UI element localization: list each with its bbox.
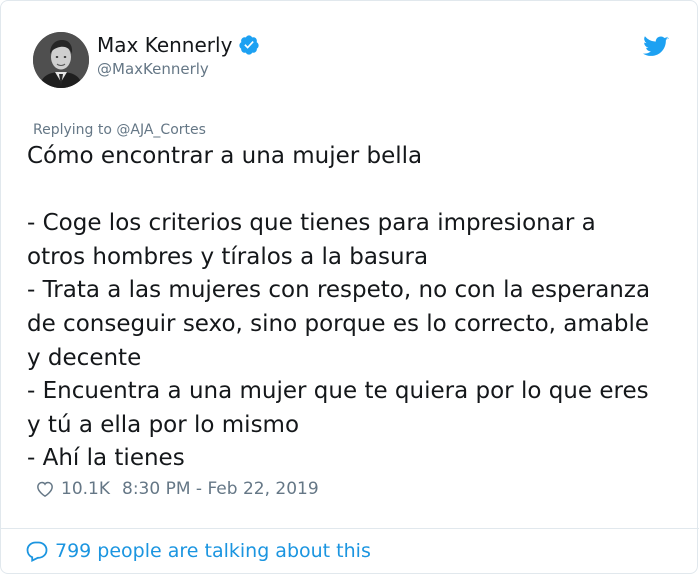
replying-to[interactable]: Replying to @AJA_Cortes	[33, 122, 206, 138]
author-name[interactable]: Max Kennerly	[97, 33, 260, 57]
tweet-line: - Ahí la tienes	[27, 445, 185, 472]
tweet-line: - Coge los criterios que tienes para imp…	[27, 210, 596, 237]
conversation-text[interactable]: 799 people are talking about this	[55, 540, 371, 562]
like-count[interactable]: 10.1K	[61, 479, 110, 499]
tweet-line: - Encuentra a una mujer que te quiera po…	[27, 378, 649, 405]
tweet-card: Max Kennerly @MaxKennerly Replying to @A…	[0, 0, 699, 574]
tweet-text: Cómo encontrar a una mujer bella - Coge …	[27, 140, 695, 476]
divider	[1, 528, 699, 529]
tweet-line: y tú a ella por lo mismo	[27, 411, 300, 438]
author-handle[interactable]: @MaxKennerly	[97, 60, 209, 78]
conversation-link[interactable]: 799 people are talking about this	[25, 539, 371, 563]
tweet-line: y decente	[27, 344, 142, 371]
tweet-line: de conseguir sexo, sino porque es lo cor…	[27, 310, 650, 337]
tweet-line: Cómo encontrar a una mujer bella	[27, 143, 423, 169]
tweet-line: otros hombres y tíralos a la basura	[27, 243, 429, 270]
heart-icon[interactable]	[35, 479, 55, 499]
tweet-line: - Trata a las mujeres con respeto, no co…	[27, 277, 651, 304]
timestamp[interactable]: 8:30 PM - Feb 22, 2019	[122, 479, 319, 499]
tweet-meta: 10.1K 8:30 PM - Feb 22, 2019	[35, 479, 319, 499]
author-name-text[interactable]: Max Kennerly	[97, 33, 232, 57]
tweet-line-blank	[27, 174, 695, 208]
avatar-image	[33, 32, 89, 88]
verified-badge-icon	[239, 35, 260, 55]
speech-bubble-icon	[26, 541, 48, 563]
avatar[interactable]	[33, 32, 89, 88]
twitter-bird-icon[interactable]	[643, 36, 669, 58]
